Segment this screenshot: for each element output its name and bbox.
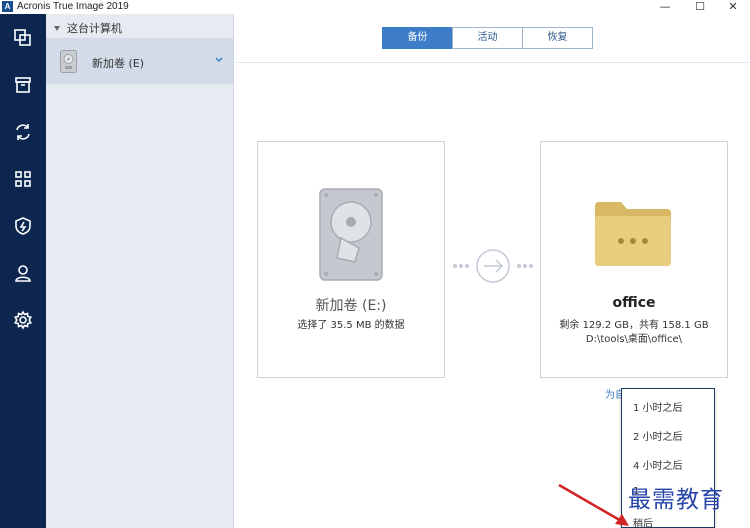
source-name: 新加卷 (E:) <box>315 298 387 314</box>
nav-account[interactable] <box>0 250 46 296</box>
dropdown-option-4h[interactable]: 4 小时之后 <box>633 457 683 472</box>
maximize-button[interactable]: ☐ <box>683 0 717 14</box>
tab-recovery[interactable]: 恢复 <box>522 27 593 49</box>
nav-tools[interactable] <box>0 156 46 202</box>
tools-grid-icon <box>15 171 31 187</box>
collapse-triangle-icon <box>54 25 60 31</box>
dropdown-option-later[interactable]: 稍后 <box>633 515 653 528</box>
dropdown-option-1h[interactable]: 1 小时之后 <box>633 399 683 414</box>
destination-path: D:\tools\桌面\office\ <box>585 334 683 345</box>
tab-backup[interactable]: 备份 <box>382 27 453 49</box>
computer-group-header[interactable]: 这台计算机 <box>54 20 122 36</box>
sync-icon <box>16 124 30 140</box>
destination-name: office <box>612 295 656 311</box>
app-title: Acronis True Image 2019 <box>17 1 129 12</box>
backup-destination-card[interactable]: office 剩余 129.2 GB，共有 158.1 GB D:\tools\… <box>540 141 728 378</box>
app-logo-icon: A <box>2 1 13 12</box>
source-item-label: 新加卷 (E) <box>92 57 145 70</box>
backup-source-card[interactable]: 新加卷 (E:) 选择了 35.5 MB 的数据 <box>257 141 445 378</box>
minimize-button[interactable]: — <box>648 0 682 14</box>
close-button[interactable]: ✕ <box>716 0 750 14</box>
hard-drive-large-icon <box>319 188 383 281</box>
title-bar: A Acronis True Image 2019 — ☐ ✕ <box>0 0 750 14</box>
hard-drive-icon <box>60 50 77 73</box>
backup-copy-icon <box>14 29 31 46</box>
nav-protection[interactable] <box>0 203 46 249</box>
nav-settings[interactable] <box>0 297 46 343</box>
tab-bar: 备份 活动 恢复 <box>382 27 593 49</box>
settings-gear-icon <box>13 310 33 330</box>
main-nav <box>0 14 46 528</box>
active-protection-shield-icon <box>15 217 31 235</box>
backup-direction-arrow-icon <box>453 249 533 283</box>
chevron-down-icon[interactable] <box>214 55 224 65</box>
destination-space: 剩余 129.2 GB，共有 158.1 GB <box>559 320 709 331</box>
source-size: 选择了 35.5 MB 的数据 <box>297 320 405 331</box>
computer-group-label: 这台计算机 <box>67 22 122 35</box>
nav-backup[interactable] <box>0 15 46 61</box>
source-panel: 这台计算机 新加卷 (E) <box>46 14 234 528</box>
folder-icon <box>595 202 671 266</box>
nav-sync[interactable] <box>0 109 46 155</box>
tab-activity[interactable]: 活动 <box>452 27 523 49</box>
archive-icon <box>15 77 31 93</box>
nav-archive[interactable] <box>0 62 46 108</box>
account-icon <box>15 265 31 282</box>
header-divider <box>235 62 750 63</box>
red-arrow-annotation-icon <box>558 483 629 526</box>
watermark-text: 最需教育 <box>628 487 724 513</box>
source-item-volume-e[interactable]: 新加卷 (E) <box>46 38 233 84</box>
dropdown-option-2h[interactable]: 2 小时之后 <box>633 428 683 443</box>
